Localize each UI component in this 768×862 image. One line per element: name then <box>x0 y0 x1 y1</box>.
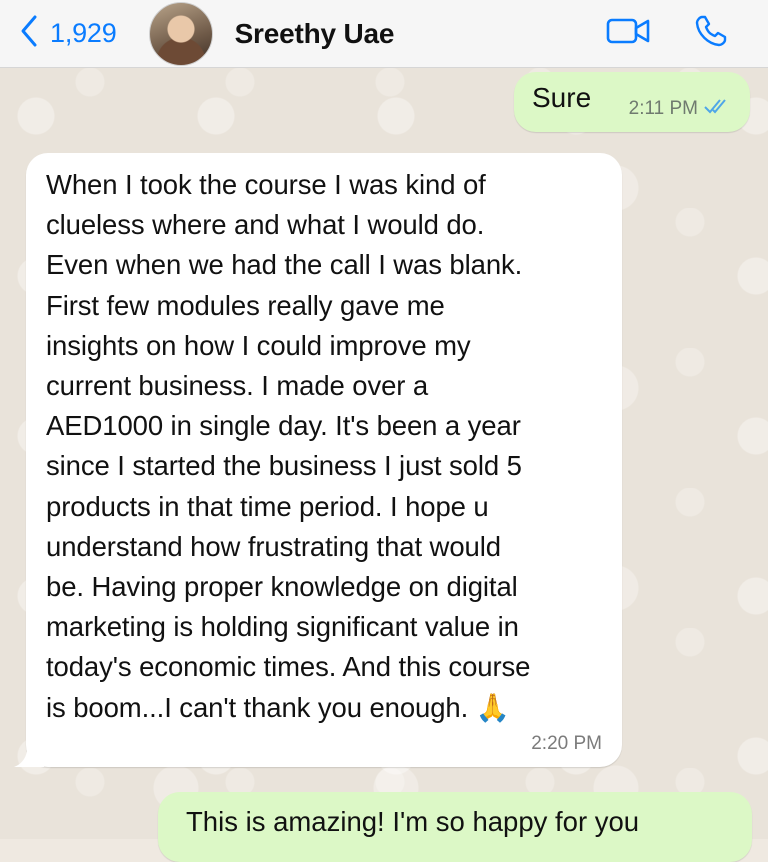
phone-icon <box>694 14 728 53</box>
message-incoming[interactable]: When I took the course I was kind of clu… <box>14 153 622 767</box>
back-button[interactable]: 1,929 <box>14 13 117 54</box>
message-meta: 2:11 PM <box>629 97 732 121</box>
chat-header: 1,929 Sreethy Uae <box>0 0 768 68</box>
unread-count: 1,929 <box>50 18 117 48</box>
voice-call-button[interactable] <box>694 14 728 53</box>
message-text: Sure <box>532 82 592 113</box>
message-time: 2:11 PM <box>628 98 698 119</box>
bubble-tail <box>14 741 44 767</box>
chevron-left-icon <box>14 13 44 54</box>
header-actions <box>606 14 728 53</box>
message-text: This is amazing! I'm so happy for you <box>186 806 640 837</box>
message-time: 2:20 PM <box>531 733 602 754</box>
message-text: When I took the course I was kind of clu… <box>46 169 531 723</box>
video-call-button[interactable] <box>606 16 652 51</box>
avatar[interactable] <box>148 1 213 66</box>
message-outgoing[interactable]: Sure 2:11 PM <box>514 72 750 132</box>
double-check-icon <box>698 97 732 121</box>
contact-name[interactable]: Sreethy Uae <box>235 18 395 50</box>
video-camera-icon <box>606 16 652 51</box>
message-outgoing[interactable]: This is amazing! I'm so happy for you <box>158 792 752 862</box>
